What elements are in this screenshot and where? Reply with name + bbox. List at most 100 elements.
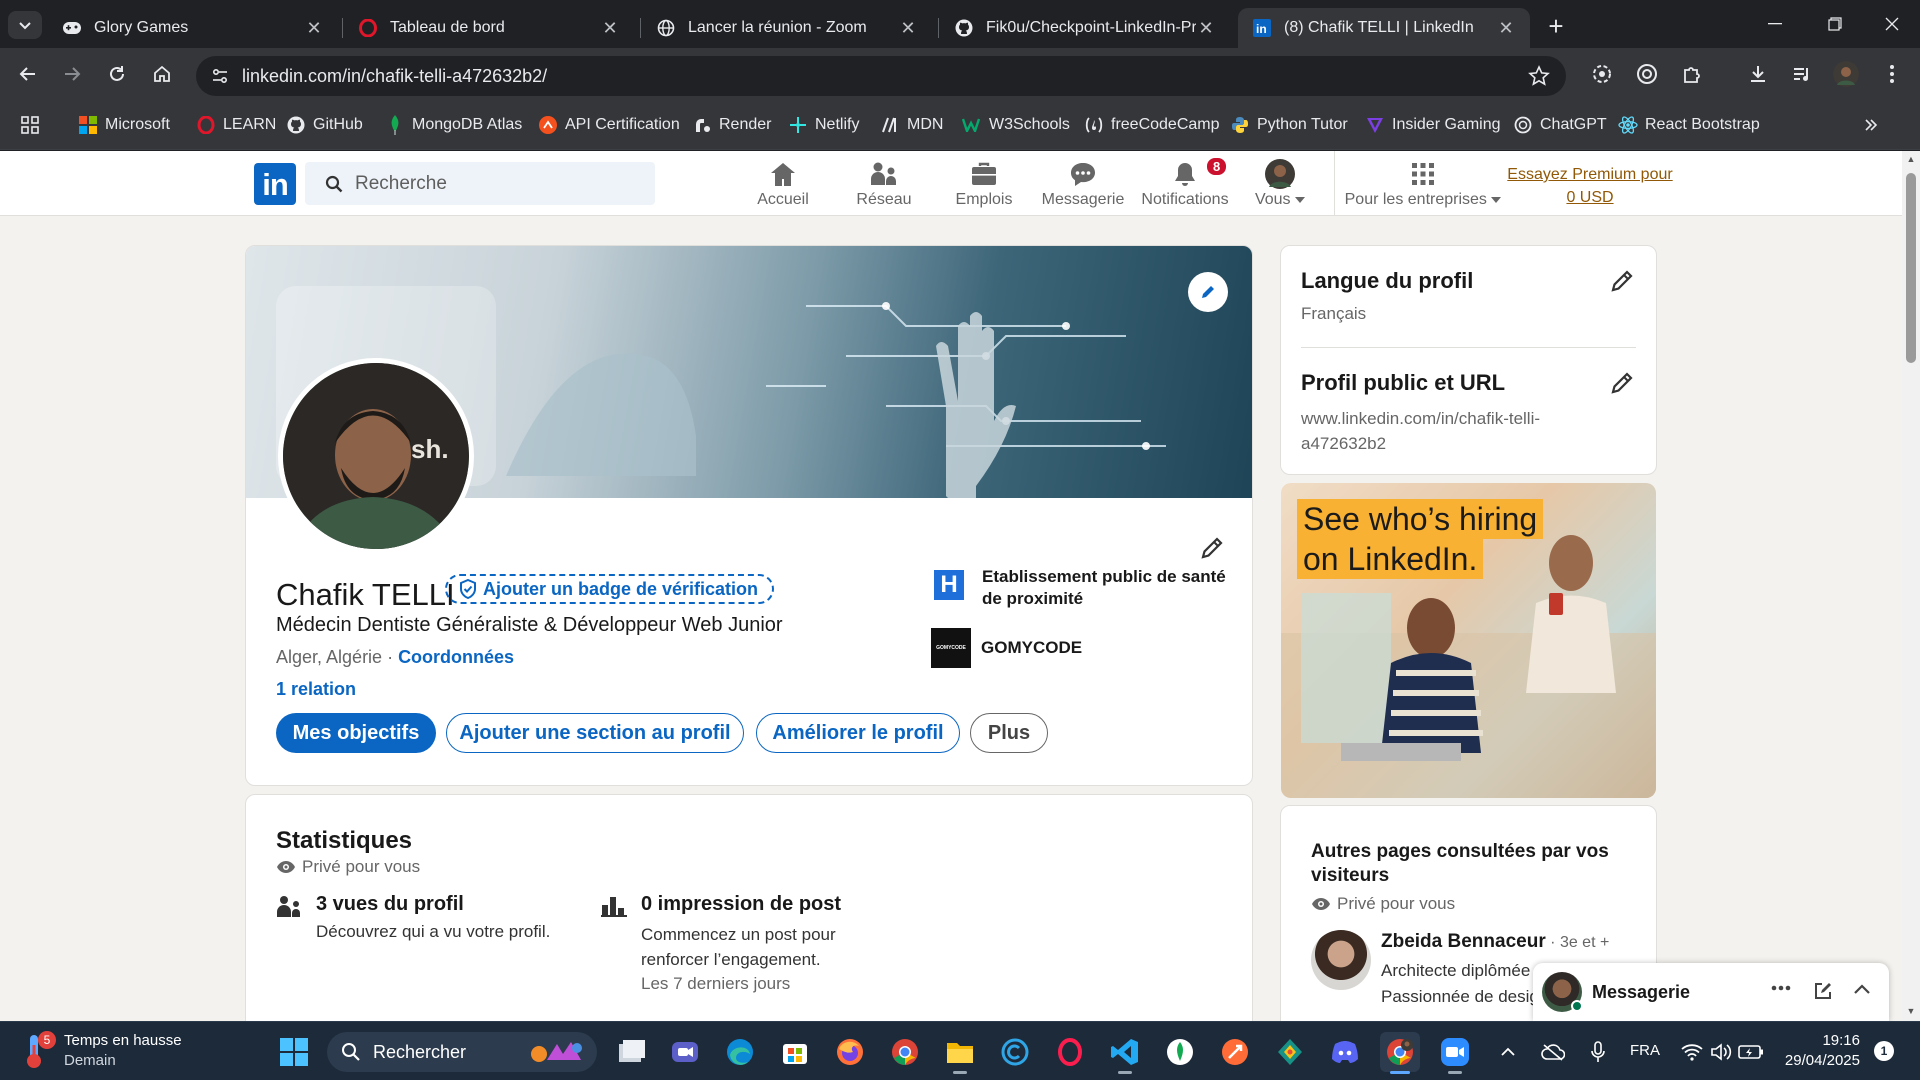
org-education[interactable]: GOMYCODE GOMYCODE [931, 628, 1082, 668]
restore-button[interactable] [1805, 0, 1865, 48]
volume-icon[interactable] [1707, 1032, 1735, 1072]
tray-overflow-icon[interactable] [1496, 1032, 1520, 1072]
close-icon[interactable]: ✕ [898, 18, 918, 38]
vscode-icon[interactable] [1105, 1032, 1145, 1074]
linkedin-logo[interactable]: in [254, 163, 296, 205]
hiring-ad-banner[interactable]: See who’s hiring on LinkedIn. [1281, 483, 1656, 798]
tab-github[interactable]: Fik0u/Checkpoint-LinkedIn-Pro ✕ [940, 8, 1230, 48]
chrome-icon[interactable] [885, 1032, 925, 1072]
more-menu-icon[interactable] [1878, 60, 1906, 88]
tab-linkedin[interactable]: in (8) Chafik TELLI | LinkedIn ✕ [1238, 8, 1530, 48]
chrome-active-icon[interactable] [1380, 1032, 1420, 1074]
star-icon[interactable] [1528, 65, 1550, 87]
contact-info-link[interactable]: Coordonnées [398, 647, 514, 667]
org-experience[interactable]: H Etablissement public de santé de proxi… [934, 566, 1234, 610]
cloud-offline-icon[interactable] [1538, 1032, 1568, 1072]
bookmark-freecodecamp[interactable]: freeCodeCamp [1084, 113, 1220, 137]
minimize-button[interactable] [1745, 0, 1805, 48]
compose-icon[interactable] [1813, 981, 1833, 1001]
opera-gx-icon[interactable] [1050, 1032, 1090, 1072]
chevron-up-icon[interactable] [1853, 983, 1871, 995]
zoom-icon[interactable] [1435, 1032, 1475, 1074]
extension-target-icon[interactable] [1633, 60, 1661, 88]
nav-home[interactable]: Accueil [755, 159, 811, 211]
nav-notifications[interactable]: 8 Notifications [1140, 156, 1230, 211]
nav-jobs[interactable]: Emplois [954, 159, 1014, 211]
bookmark-chatgpt[interactable]: ChatGPT [1513, 113, 1607, 137]
close-icon[interactable]: ✕ [600, 18, 620, 38]
bookmark-python-tutor[interactable]: Python Tutor [1230, 113, 1348, 137]
clock[interactable]: 19:16 29/04/2025 [1770, 1031, 1860, 1071]
nav-for-business[interactable]: Pour les entreprises [1345, 159, 1502, 211]
messaging-bar[interactable]: Messagerie [1533, 963, 1889, 1021]
improve-profile-button[interactable]: Améliorer le profil [756, 713, 960, 753]
explorer-icon[interactable] [940, 1032, 980, 1074]
scrollbar-thumb[interactable] [1906, 173, 1916, 363]
close-window-button[interactable] [1862, 0, 1920, 48]
new-tab-button[interactable]: + [1540, 11, 1572, 41]
page-scrollbar[interactable]: ▲ ▼ [1902, 151, 1920, 1021]
premium-link[interactable]: Essayez Premium pour 0 USD [1500, 163, 1680, 209]
wifi-icon[interactable] [1677, 1032, 1707, 1072]
mongodb-compass-icon[interactable] [1160, 1032, 1200, 1072]
bookmark-mongodb[interactable]: MongoDB Atlas [385, 113, 522, 137]
apps-grid-icon[interactable] [20, 113, 40, 137]
edit-intro-button[interactable] [1194, 530, 1230, 566]
add-profile-section-button[interactable]: Ajouter une section au profil [446, 713, 744, 753]
scroll-down-arrow[interactable]: ▼ [1906, 1006, 1916, 1016]
tab-glory-games[interactable]: Glory Games ✕ [48, 8, 338, 48]
site-info-icon[interactable] [210, 66, 230, 86]
battery-icon[interactable] [1736, 1032, 1766, 1072]
download-icon[interactable] [1744, 60, 1772, 88]
bookmark-github[interactable]: GitHub [286, 113, 363, 137]
visitor-avatar[interactable] [1311, 930, 1371, 990]
bookmark-mdn[interactable]: MDN [880, 113, 943, 137]
close-icon[interactable]: ✕ [1496, 18, 1516, 38]
bookmark-w3schools[interactable]: W3Schools [962, 113, 1070, 137]
input-language[interactable]: FRA [1630, 1042, 1660, 1059]
extensions-puzzle-icon[interactable] [1678, 60, 1706, 88]
media-control-icon[interactable] [1788, 60, 1816, 88]
nav-me[interactable]: Vous [1252, 159, 1308, 211]
edit-banner-button[interactable] [1188, 272, 1228, 312]
profile-views-stat[interactable]: 3 vues du profil Découvrez qui a vu votr… [276, 893, 550, 942]
firefox-icon[interactable] [830, 1032, 870, 1072]
post-impressions-stat[interactable]: 0 impression de post Commencez un post p… [601, 893, 881, 994]
more-horizontal-icon[interactable] [1771, 985, 1791, 991]
extension-gear-icon[interactable] [1588, 60, 1616, 88]
bookmark-microsoft[interactable]: Microsoft [78, 113, 170, 137]
postman-icon[interactable] [1215, 1032, 1255, 1072]
back-button[interactable] [12, 58, 44, 90]
bookmark-learn[interactable]: LEARN [196, 113, 276, 137]
bookmark-netlify[interactable]: Netlify [788, 113, 859, 137]
weather-widget[interactable]: 5 Temps en hausse Demain [22, 1031, 182, 1071]
tab-search-button[interactable] [8, 11, 42, 39]
bookmark-api-certification[interactable]: API Certification [538, 113, 680, 137]
discord-icon[interactable] [1325, 1032, 1365, 1072]
profile-photo[interactable]: sh. [278, 358, 474, 554]
edit-language-button[interactable] [1605, 264, 1639, 298]
close-icon[interactable]: ✕ [304, 18, 324, 38]
notification-center-badge[interactable]: 1 [1874, 1041, 1894, 1061]
scroll-up-arrow[interactable]: ▲ [1906, 154, 1916, 164]
profile-avatar[interactable] [1832, 60, 1860, 88]
my-objectives-button[interactable]: Mes objectifs [276, 713, 436, 753]
reload-button[interactable] [101, 58, 133, 90]
forward-button[interactable] [56, 58, 88, 90]
meet-icon[interactable] [665, 1032, 705, 1072]
close-icon[interactable]: ✕ [1196, 18, 1216, 38]
more-button[interactable]: Plus [970, 713, 1048, 753]
bookmark-react-bootstrap[interactable]: React Bootstrap [1618, 113, 1760, 137]
nav-messaging[interactable]: Messagerie [1042, 159, 1124, 211]
edge-icon[interactable] [720, 1032, 760, 1072]
home-button[interactable] [146, 58, 178, 90]
bookmark-render[interactable]: Render [692, 113, 771, 137]
store-icon[interactable] [775, 1032, 815, 1072]
copilot-icon[interactable] [995, 1032, 1035, 1072]
edit-public-url-button[interactable] [1605, 366, 1639, 400]
address-bar[interactable]: linkedin.com/in/chafik-telli-a472632b2/ [196, 56, 1566, 96]
taskbar-search[interactable]: Rechercher [327, 1032, 597, 1072]
search-input[interactable]: Recherche [305, 162, 655, 205]
microphone-icon[interactable] [1585, 1032, 1611, 1072]
add-verification-badge-button[interactable]: Ajouter un badge de vérification [445, 574, 775, 604]
